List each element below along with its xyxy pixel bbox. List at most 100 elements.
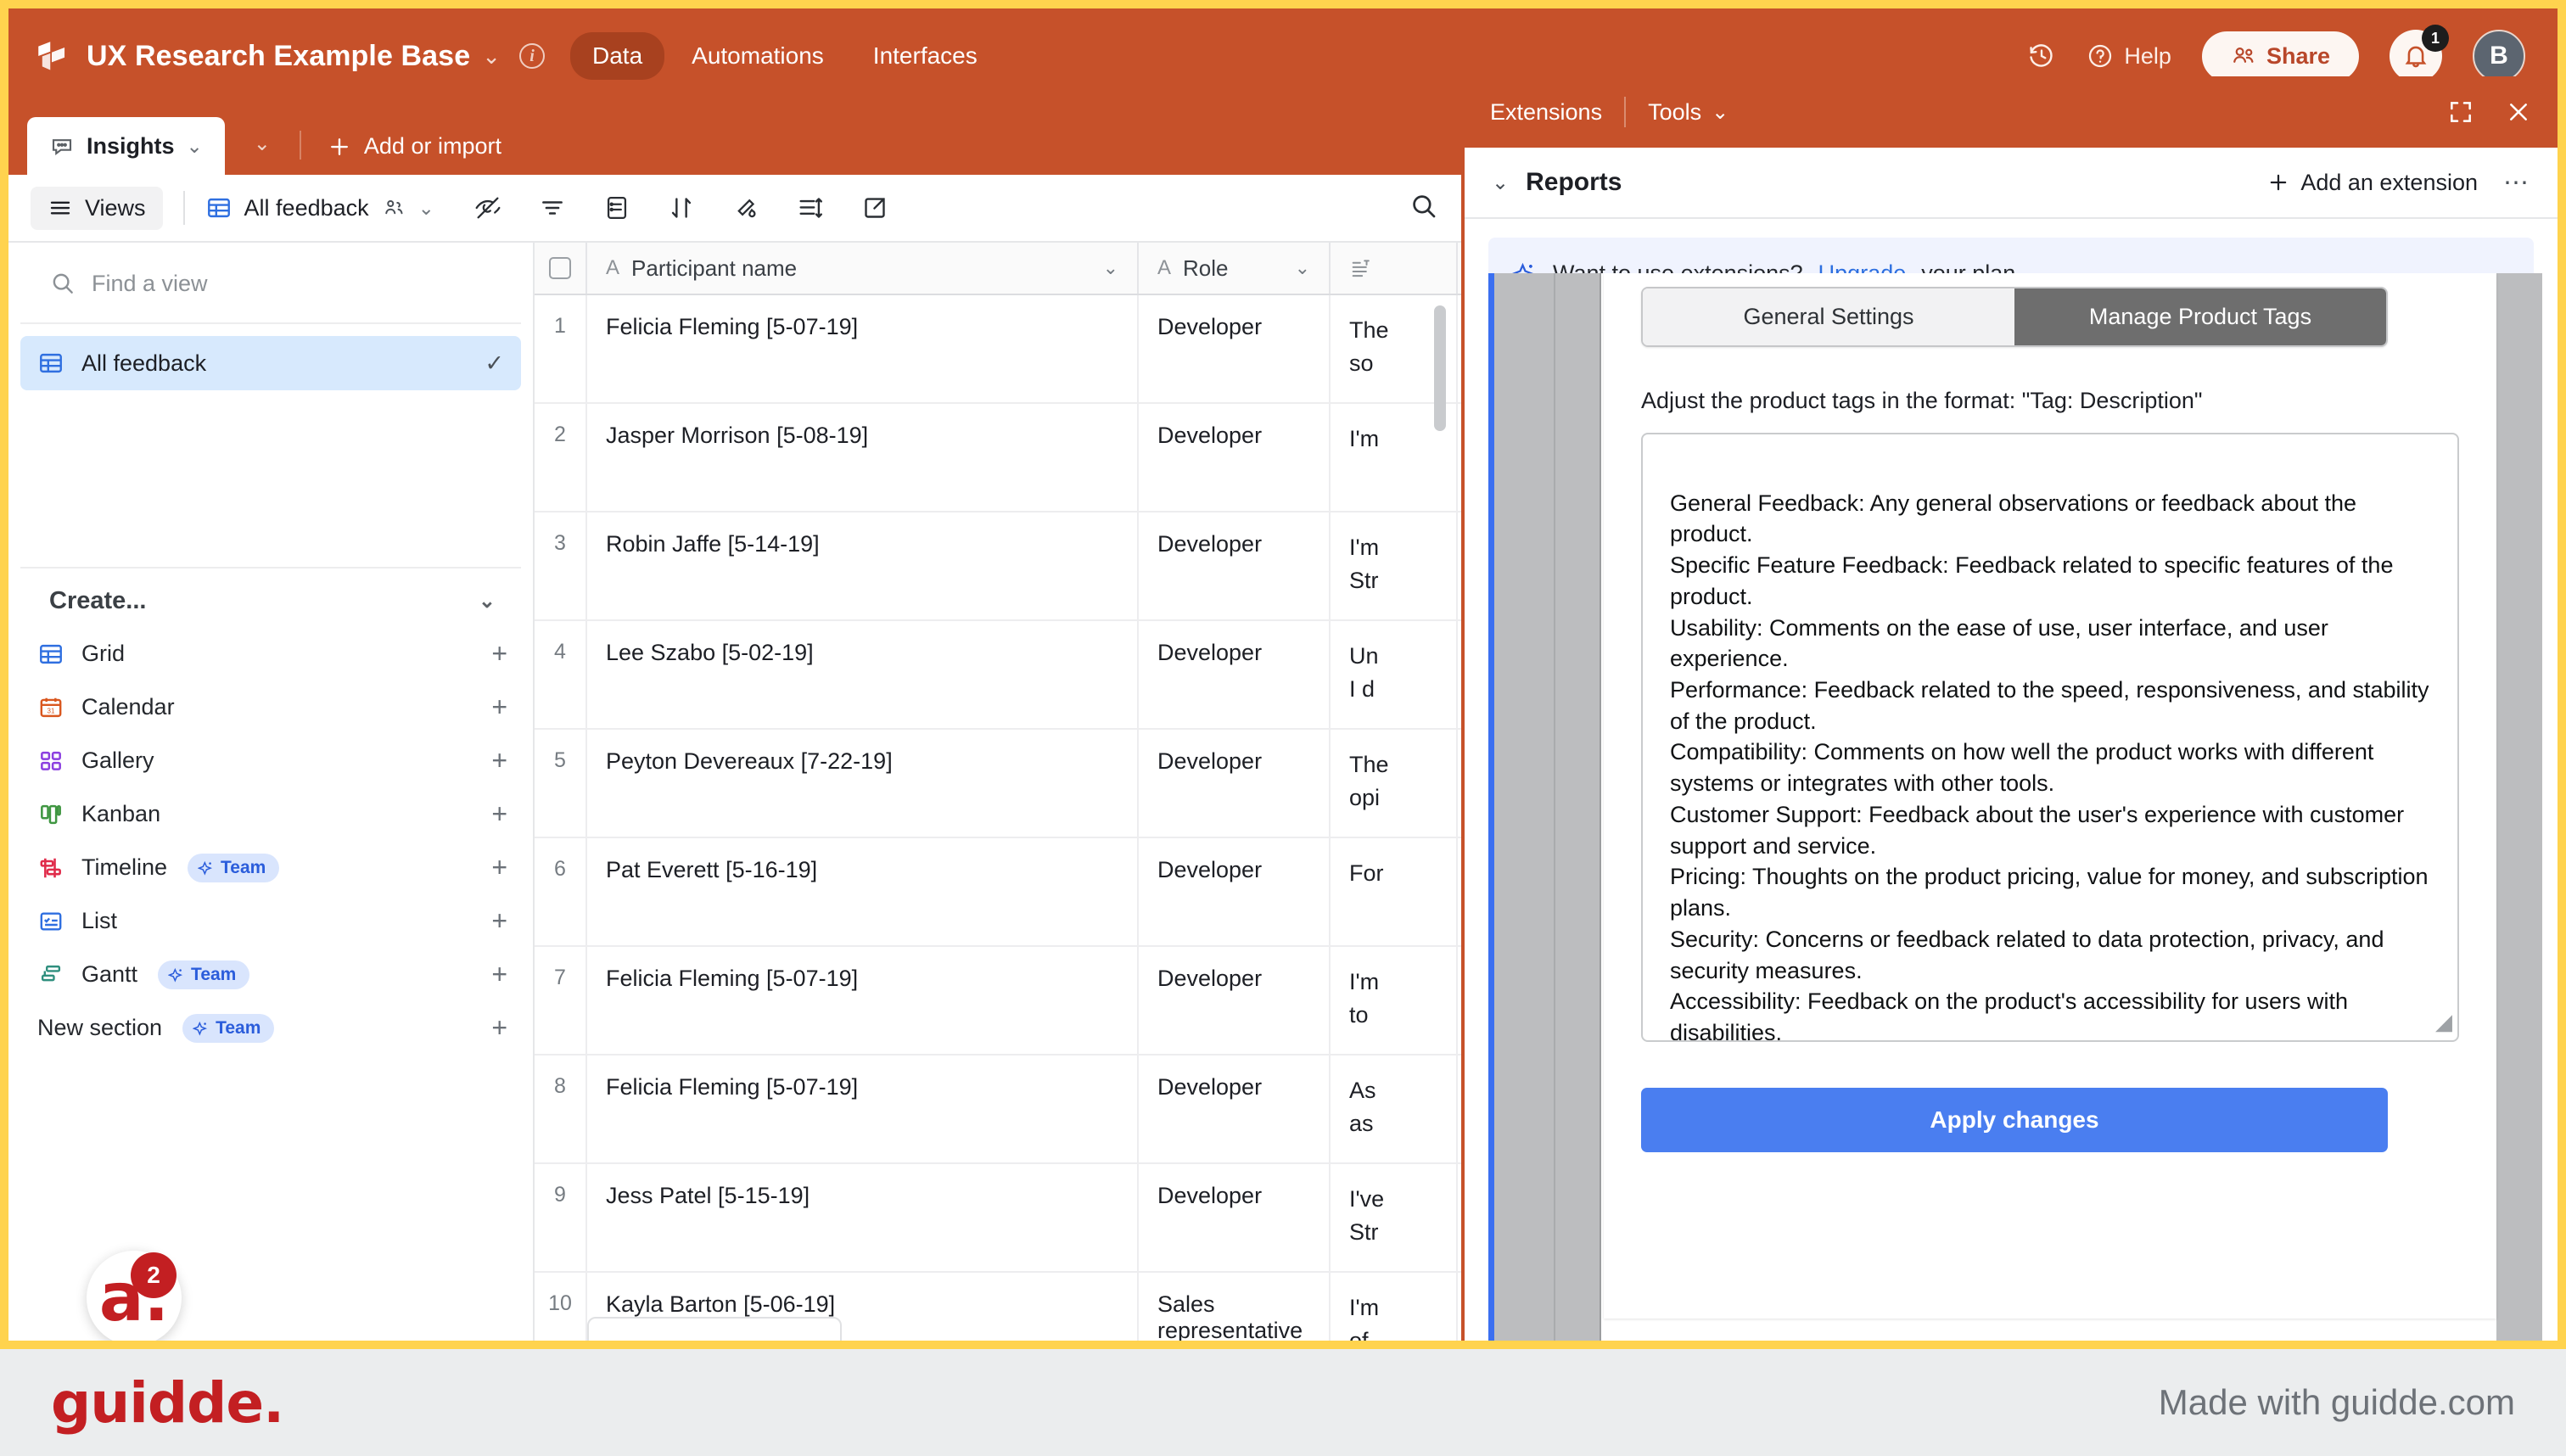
chevron-down-icon[interactable]: ⌄ [1492, 171, 1509, 195]
create-item-gantt[interactable]: Gantt Team + [8, 948, 533, 1001]
table-row[interactable]: 6 Pat Everett [5-16-19] Developer For [535, 838, 1461, 947]
expand-icon[interactable] [2447, 98, 2474, 126]
nav-item-data[interactable]: Data [570, 32, 665, 80]
sort-icon[interactable] [667, 193, 696, 222]
plus-icon[interactable]: + [491, 745, 507, 776]
row-height-icon[interactable] [796, 193, 825, 222]
cell-feedback[interactable]: I'm to [1331, 947, 1458, 1054]
cell-feedback[interactable]: For [1331, 838, 1458, 945]
notifications-button[interactable]: 1 [2390, 25, 2449, 82]
table-row[interactable]: 7 Felicia Fleming [5-07-19] Developer I'… [535, 947, 1461, 1056]
extensions-tab[interactable]: Extensions [1490, 99, 1602, 126]
table-row[interactable]: 2 Jasper Morrison [5-08-19] Developer I'… [535, 404, 1461, 512]
cell-role[interactable]: Developer [1139, 730, 1331, 837]
create-item-list[interactable]: List + [8, 894, 533, 948]
create-item-new-section[interactable]: New section Team + [8, 1001, 533, 1055]
create-section-header[interactable]: Create... ⌄ [20, 567, 521, 627]
grid-vertical-scrollbar[interactable] [1434, 305, 1446, 431]
cell-feedback[interactable]: I'm of [1331, 1273, 1458, 1341]
plus-icon[interactable]: + [491, 905, 507, 937]
view-chevron-down-icon[interactable]: ⌄ [418, 197, 434, 220]
tab-list-chevron-down-icon[interactable]: ⌄ [254, 132, 271, 156]
column-header-participant-name[interactable]: A Participant name ⌄ [587, 243, 1139, 294]
search-icon[interactable] [1409, 191, 1439, 226]
chevron-down-icon[interactable]: ⌄ [1103, 257, 1118, 279]
resize-grip-icon[interactable]: ◢ [2435, 1007, 2452, 1037]
add-an-extension-button[interactable]: Add an extension [2266, 170, 2478, 196]
table-row[interactable]: 1 Felicia Fleming [5-07-19] Developer Th… [535, 295, 1461, 404]
share-button[interactable]: Share [2201, 31, 2359, 81]
more-options-icon[interactable]: ⋯ [2503, 168, 2530, 198]
chevron-down-icon[interactable]: ⌄ [479, 589, 496, 613]
plus-icon[interactable]: + [491, 692, 507, 723]
cell-role[interactable]: Developer [1139, 512, 1331, 619]
cell-role[interactable]: Developer [1139, 295, 1331, 402]
plus-icon[interactable]: + [491, 959, 507, 990]
filter-icon[interactable] [538, 193, 567, 222]
cell-role[interactable]: Developer [1139, 947, 1331, 1054]
tab-manage-product-tags[interactable]: Manage Product Tags [2014, 288, 2386, 345]
cell-feedback[interactable]: The opi [1331, 730, 1458, 837]
share-view-icon[interactable] [860, 193, 889, 222]
apply-changes-button[interactable]: Apply changes [1641, 1088, 2388, 1152]
cell-role[interactable]: Developer [1139, 838, 1331, 945]
column-header-feedback[interactable] [1331, 243, 1458, 294]
tab-general-settings[interactable]: General Settings [1643, 288, 2014, 345]
color-icon[interactable] [731, 193, 760, 222]
cell-role[interactable]: Developer [1139, 621, 1331, 728]
create-item-gallery[interactable]: Gallery + [8, 734, 533, 787]
current-view-button[interactable]: All feedback ⌄ [205, 194, 434, 221]
cell-role[interactable]: Developer [1139, 1164, 1331, 1271]
sidebar-item-all-feedback[interactable]: All feedback ✓ [20, 336, 521, 390]
tools-menu[interactable]: Tools [1648, 99, 1701, 126]
cell-feedback[interactable]: As as [1331, 1056, 1458, 1162]
hide-fields-icon[interactable] [473, 193, 502, 222]
cell-participant-name[interactable]: Pat Everett [5-16-19] [587, 838, 1139, 945]
add-or-import-button[interactable]: Add or import [327, 133, 501, 160]
cell-participant-name[interactable]: Lee Szabo [5-02-19] [587, 621, 1139, 728]
table-row[interactable]: 8 Felicia Fleming [5-07-19] Developer As… [535, 1056, 1461, 1164]
table-row[interactable]: 3 Robin Jaffe [5-14-19] Developer I'm St… [535, 512, 1461, 621]
close-icon[interactable] [2505, 98, 2532, 126]
cell-role[interactable]: Developer [1139, 404, 1331, 511]
cell-participant-name[interactable]: Peyton Devereaux [7-22-19] [587, 730, 1139, 837]
cell-participant-name[interactable]: Jess Patel [5-15-19] [587, 1164, 1139, 1271]
create-item-grid[interactable]: Grid + [8, 627, 533, 680]
find-a-view-input[interactable]: Find a view [20, 243, 521, 324]
nav-item-automations[interactable]: Automations [670, 32, 846, 80]
cell-role[interactable]: Sales representative [1139, 1273, 1331, 1341]
product-tags-textarea[interactable]: General Feedback: Any general observatio… [1641, 433, 2459, 1042]
nav-item-interfaces[interactable]: Interfaces [851, 32, 1000, 80]
cell-feedback[interactable]: I've Str [1331, 1164, 1458, 1271]
history-icon[interactable] [2027, 42, 2056, 70]
create-item-kanban[interactable]: Kanban + [8, 787, 533, 841]
avatar[interactable]: B [2473, 30, 2525, 82]
create-item-timeline[interactable]: Timeline Team + [8, 841, 533, 894]
select-all-checkbox[interactable] [535, 243, 587, 294]
column-header-role[interactable]: A Role ⌄ [1139, 243, 1331, 294]
table-tab-insights[interactable]: Insights ⌄ [27, 117, 225, 175]
chevron-down-icon[interactable]: ⌄ [1712, 100, 1728, 125]
plus-icon[interactable]: + [491, 852, 507, 883]
info-icon[interactable]: i [519, 43, 545, 69]
views-button[interactable]: Views [31, 186, 163, 230]
chevron-down-icon[interactable]: ⌄ [1295, 257, 1310, 279]
plus-icon[interactable]: + [491, 1012, 507, 1044]
create-item-calendar[interactable]: 31 Calendar + [8, 680, 533, 734]
table-row[interactable]: 9 Jess Patel [5-15-19] Developer I've St… [535, 1164, 1461, 1273]
cell-feedback[interactable]: Un I d [1331, 621, 1458, 728]
cell-participant-name[interactable]: Robin Jaffe [5-14-19] [587, 512, 1139, 619]
chevron-down-icon[interactable]: ⌄ [187, 135, 203, 158]
cell-participant-name[interactable]: Felicia Fleming [5-07-19] [587, 1056, 1139, 1162]
cell-participant-name[interactable]: Jasper Morrison [5-08-19] [587, 404, 1139, 511]
cell-feedback[interactable]: I'm Str [1331, 512, 1458, 619]
cell-participant-name[interactable]: Felicia Fleming [5-07-19] [587, 947, 1139, 1054]
cell-role[interactable]: Developer [1139, 1056, 1331, 1162]
plus-icon[interactable]: + [491, 638, 507, 669]
base-menu-caret-icon[interactable]: ⌄ [482, 43, 501, 70]
add-row-button[interactable] [587, 1317, 842, 1341]
plus-icon[interactable]: + [491, 798, 507, 830]
table-row[interactable]: 4 Lee Szabo [5-02-19] Developer Un I d [535, 621, 1461, 730]
cell-participant-name[interactable]: Felicia Fleming [5-07-19] [587, 295, 1139, 402]
group-icon[interactable] [602, 193, 631, 222]
